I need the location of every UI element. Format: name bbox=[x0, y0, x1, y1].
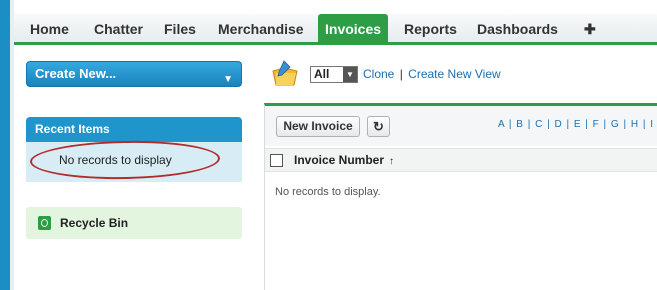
tab-home[interactable]: Home bbox=[30, 14, 69, 42]
invoice-number-column-header[interactable]: Invoice Number ↑ bbox=[294, 153, 394, 167]
create-new-view-link[interactable]: Create New View bbox=[408, 67, 500, 81]
no-records-message: No records to display. bbox=[275, 186, 381, 198]
refresh-icon[interactable]: ↻ bbox=[367, 116, 390, 137]
create-new-label: Create New... bbox=[35, 66, 117, 81]
tab-files[interactable]: Files bbox=[164, 14, 196, 42]
view-select[interactable]: All ▼ bbox=[310, 66, 358, 83]
recent-items-header: Recent Items bbox=[26, 117, 242, 142]
create-new-button[interactable]: Create New... ▼ bbox=[26, 61, 242, 87]
chevron-down-icon: ▼ bbox=[343, 67, 357, 82]
clone-link[interactable]: Clone bbox=[363, 67, 394, 81]
tab-dashboards[interactable]: Dashboards bbox=[477, 14, 558, 42]
recycle-bin-label: Recycle Bin bbox=[60, 216, 129, 230]
list-toolbar: New Invoice ↻ A | B | C | D | E | F | G … bbox=[265, 106, 657, 146]
tab-reports[interactable]: Reports bbox=[404, 14, 457, 42]
tab-chatter[interactable]: Chatter bbox=[94, 14, 143, 42]
new-invoice-button[interactable]: New Invoice bbox=[276, 116, 360, 137]
list-panel: New Invoice ↻ A | B | C | D | E | F | G … bbox=[264, 103, 657, 290]
view-select-value: All bbox=[314, 67, 330, 81]
tab-bar: Home Chatter Files Merchandise Invoices … bbox=[14, 14, 657, 45]
folder-pencil-icon bbox=[272, 60, 298, 86]
invoice-number-label: Invoice Number bbox=[294, 153, 385, 167]
select-all-checkbox[interactable] bbox=[270, 154, 283, 167]
chevron-down-icon: ▼ bbox=[223, 74, 233, 85]
tab-merchandise[interactable]: Merchandise bbox=[218, 14, 304, 42]
alphabet-filter[interactable]: A | B | C | D | E | F | G | H | I bbox=[498, 119, 654, 130]
link-separator: | bbox=[399, 67, 403, 81]
column-header-row: Invoice Number ↑ bbox=[265, 148, 657, 172]
sort-ascending-icon: ↑ bbox=[389, 156, 395, 167]
plus-icon[interactable]: ✚ bbox=[584, 14, 596, 42]
left-accent-stripe bbox=[0, 0, 10, 290]
recycle-bin-link[interactable]: Recycle Bin bbox=[26, 207, 242, 239]
tab-invoices[interactable]: Invoices bbox=[318, 14, 389, 42]
view-links: Clone | Create New View bbox=[363, 67, 501, 81]
recycle-bin-icon bbox=[38, 216, 51, 230]
